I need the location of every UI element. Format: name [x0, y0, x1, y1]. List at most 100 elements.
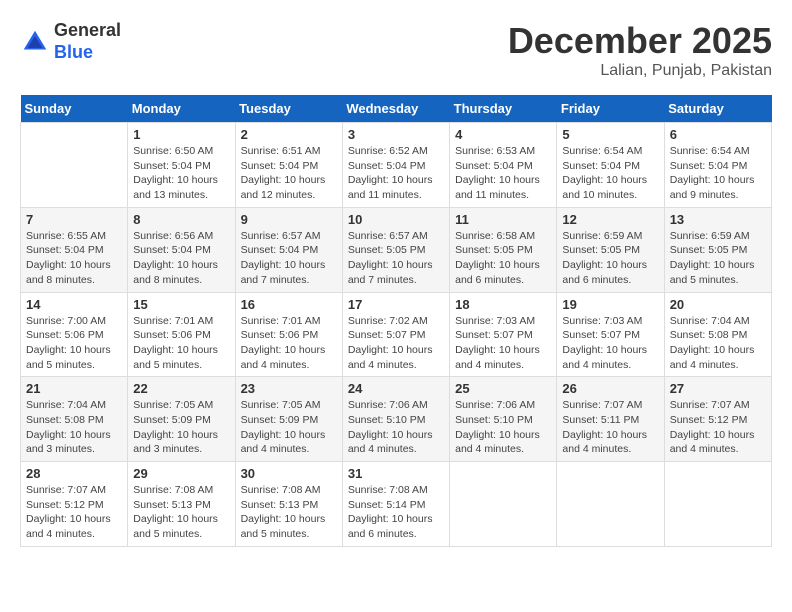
day-number: 5: [562, 127, 658, 142]
day-number: 28: [26, 466, 122, 481]
day-info: Sunrise: 7:05 AM Sunset: 5:09 PM Dayligh…: [133, 398, 229, 457]
logo: General Blue: [20, 20, 121, 63]
header-wednesday: Wednesday: [342, 95, 449, 123]
day-info: Sunrise: 6:52 AM Sunset: 5:04 PM Dayligh…: [348, 144, 444, 203]
logo-general: General: [54, 20, 121, 40]
day-info: Sunrise: 6:57 AM Sunset: 5:04 PM Dayligh…: [241, 229, 337, 288]
day-info: Sunrise: 6:51 AM Sunset: 5:04 PM Dayligh…: [241, 144, 337, 203]
calendar-week-5: 28Sunrise: 7:07 AM Sunset: 5:12 PM Dayli…: [21, 462, 772, 547]
day-number: 3: [348, 127, 444, 142]
day-number: 10: [348, 212, 444, 227]
calendar-week-4: 21Sunrise: 7:04 AM Sunset: 5:08 PM Dayli…: [21, 377, 772, 462]
header-tuesday: Tuesday: [235, 95, 342, 123]
calendar-cell: 20Sunrise: 7:04 AM Sunset: 5:08 PM Dayli…: [664, 292, 771, 377]
day-info: Sunrise: 6:58 AM Sunset: 5:05 PM Dayligh…: [455, 229, 551, 288]
day-number: 18: [455, 297, 551, 312]
calendar-cell: [21, 123, 128, 208]
day-info: Sunrise: 6:54 AM Sunset: 5:04 PM Dayligh…: [670, 144, 766, 203]
day-info: Sunrise: 7:07 AM Sunset: 5:12 PM Dayligh…: [670, 398, 766, 457]
calendar-cell: 28Sunrise: 7:07 AM Sunset: 5:12 PM Dayli…: [21, 462, 128, 547]
day-info: Sunrise: 7:02 AM Sunset: 5:07 PM Dayligh…: [348, 314, 444, 373]
calendar-cell: 12 Sunrise: 6:59 AM Sunset: 5:05 PM Dayli…: [557, 207, 664, 292]
day-info: Sunrise: 7:06 AM Sunset: 5:10 PM Dayligh…: [348, 398, 444, 457]
calendar-week-1: 1Sunrise: 6:50 AM Sunset: 5:04 PM Daylig…: [21, 123, 772, 208]
title-block: December 2025 Lalian, Punjab, Pakistan: [508, 20, 772, 80]
day-number: 16: [241, 297, 337, 312]
calendar-cell: 3 Sunrise: 6:52 AM Sunset: 5:04 PM Daylig…: [342, 123, 449, 208]
header-friday: Friday: [557, 95, 664, 123]
day-number: 23: [241, 381, 337, 396]
day-number: 19: [562, 297, 658, 312]
day-number: 1: [133, 127, 229, 142]
calendar-cell: 17 Sunrise: 7:02 AM Sunset: 5:07 PM Dayli…: [342, 292, 449, 377]
logo-text: General Blue: [54, 20, 121, 63]
day-number: 12: [562, 212, 658, 227]
day-number: 22: [133, 381, 229, 396]
day-info: Sunrise: 7:08 AM Sunset: 5:13 PM Dayligh…: [241, 483, 337, 542]
calendar-cell: 25Sunrise: 7:06 AM Sunset: 5:10 PM Dayli…: [450, 377, 557, 462]
day-info: Sunrise: 7:00 AM Sunset: 5:06 PM Dayligh…: [26, 314, 122, 373]
calendar-cell: 5 Sunrise: 6:54 AM Sunset: 5:04 PM Daylig…: [557, 123, 664, 208]
calendar-cell: 7 Sunrise: 6:55 AM Sunset: 5:04 PM Daylig…: [21, 207, 128, 292]
calendar-cell: 2 Sunrise: 6:51 AM Sunset: 5:04 PM Daylig…: [235, 123, 342, 208]
calendar-cell: 26 Sunrise: 7:07 AM Sunset: 5:11 PM Dayli…: [557, 377, 664, 462]
calendar-cell: 27 Sunrise: 7:07 AM Sunset: 5:12 PM Dayli…: [664, 377, 771, 462]
calendar-week-3: 14Sunrise: 7:00 AM Sunset: 5:06 PM Dayli…: [21, 292, 772, 377]
calendar-cell: [450, 462, 557, 547]
day-number: 11: [455, 212, 551, 227]
day-number: 29: [133, 466, 229, 481]
header-thursday: Thursday: [450, 95, 557, 123]
location: Lalian, Punjab, Pakistan: [508, 62, 772, 80]
calendar-cell: [557, 462, 664, 547]
calendar-cell: 24 Sunrise: 7:06 AM Sunset: 5:10 PM Dayli…: [342, 377, 449, 462]
day-info: Sunrise: 7:03 AM Sunset: 5:07 PM Dayligh…: [562, 314, 658, 373]
logo-icon: [20, 27, 50, 57]
calendar-cell: 31 Sunrise: 7:08 AM Sunset: 5:14 PM Dayli…: [342, 462, 449, 547]
calendar-cell: 14Sunrise: 7:00 AM Sunset: 5:06 PM Dayli…: [21, 292, 128, 377]
day-number: 7: [26, 212, 122, 227]
day-info: Sunrise: 7:08 AM Sunset: 5:13 PM Dayligh…: [133, 483, 229, 542]
day-number: 8: [133, 212, 229, 227]
calendar-week-2: 7 Sunrise: 6:55 AM Sunset: 5:04 PM Daylig…: [21, 207, 772, 292]
calendar-cell: 1Sunrise: 6:50 AM Sunset: 5:04 PM Daylig…: [128, 123, 235, 208]
day-info: Sunrise: 7:08 AM Sunset: 5:14 PM Dayligh…: [348, 483, 444, 542]
day-number: 17: [348, 297, 444, 312]
day-number: 2: [241, 127, 337, 142]
day-info: Sunrise: 7:07 AM Sunset: 5:11 PM Dayligh…: [562, 398, 658, 457]
day-info: Sunrise: 6:53 AM Sunset: 5:04 PM Dayligh…: [455, 144, 551, 203]
calendar-cell: 22 Sunrise: 7:05 AM Sunset: 5:09 PM Dayli…: [128, 377, 235, 462]
day-number: 30: [241, 466, 337, 481]
calendar-cell: 11 Sunrise: 6:58 AM Sunset: 5:05 PM Dayli…: [450, 207, 557, 292]
calendar-cell: 4Sunrise: 6:53 AM Sunset: 5:04 PM Daylig…: [450, 123, 557, 208]
day-info: Sunrise: 7:01 AM Sunset: 5:06 PM Dayligh…: [241, 314, 337, 373]
calendar-cell: 15Sunrise: 7:01 AM Sunset: 5:06 PM Dayli…: [128, 292, 235, 377]
day-number: 26: [562, 381, 658, 396]
day-info: Sunrise: 6:59 AM Sunset: 5:05 PM Dayligh…: [670, 229, 766, 288]
day-info: Sunrise: 6:54 AM Sunset: 5:04 PM Dayligh…: [562, 144, 658, 203]
calendar-cell: 10 Sunrise: 6:57 AM Sunset: 5:05 PM Dayli…: [342, 207, 449, 292]
calendar-cell: 23Sunrise: 7:05 AM Sunset: 5:09 PM Dayli…: [235, 377, 342, 462]
day-info: Sunrise: 6:55 AM Sunset: 5:04 PM Dayligh…: [26, 229, 122, 288]
calendar-cell: 16 Sunrise: 7:01 AM Sunset: 5:06 PM Dayli…: [235, 292, 342, 377]
day-number: 31: [348, 466, 444, 481]
header-saturday: Saturday: [664, 95, 771, 123]
calendar-cell: 13Sunrise: 6:59 AM Sunset: 5:05 PM Dayli…: [664, 207, 771, 292]
day-info: Sunrise: 7:04 AM Sunset: 5:08 PM Dayligh…: [670, 314, 766, 373]
day-number: 25: [455, 381, 551, 396]
day-info: Sunrise: 6:56 AM Sunset: 5:04 PM Dayligh…: [133, 229, 229, 288]
calendar-cell: 18Sunrise: 7:03 AM Sunset: 5:07 PM Dayli…: [450, 292, 557, 377]
page-header: General Blue December 2025 Lalian, Punja…: [20, 20, 772, 80]
day-number: 21: [26, 381, 122, 396]
day-info: Sunrise: 6:57 AM Sunset: 5:05 PM Dayligh…: [348, 229, 444, 288]
month-title: December 2025: [508, 20, 772, 62]
day-info: Sunrise: 6:59 AM Sunset: 5:05 PM Dayligh…: [562, 229, 658, 288]
day-number: 24: [348, 381, 444, 396]
calendar-cell: 29 Sunrise: 7:08 AM Sunset: 5:13 PM Dayli…: [128, 462, 235, 547]
header-monday: Monday: [128, 95, 235, 123]
calendar-cell: 9 Sunrise: 6:57 AM Sunset: 5:04 PM Daylig…: [235, 207, 342, 292]
day-number: 6: [670, 127, 766, 142]
day-info: Sunrise: 7:01 AM Sunset: 5:06 PM Dayligh…: [133, 314, 229, 373]
calendar-cell: 19 Sunrise: 7:03 AM Sunset: 5:07 PM Dayli…: [557, 292, 664, 377]
day-number: 9: [241, 212, 337, 227]
day-number: 27: [670, 381, 766, 396]
